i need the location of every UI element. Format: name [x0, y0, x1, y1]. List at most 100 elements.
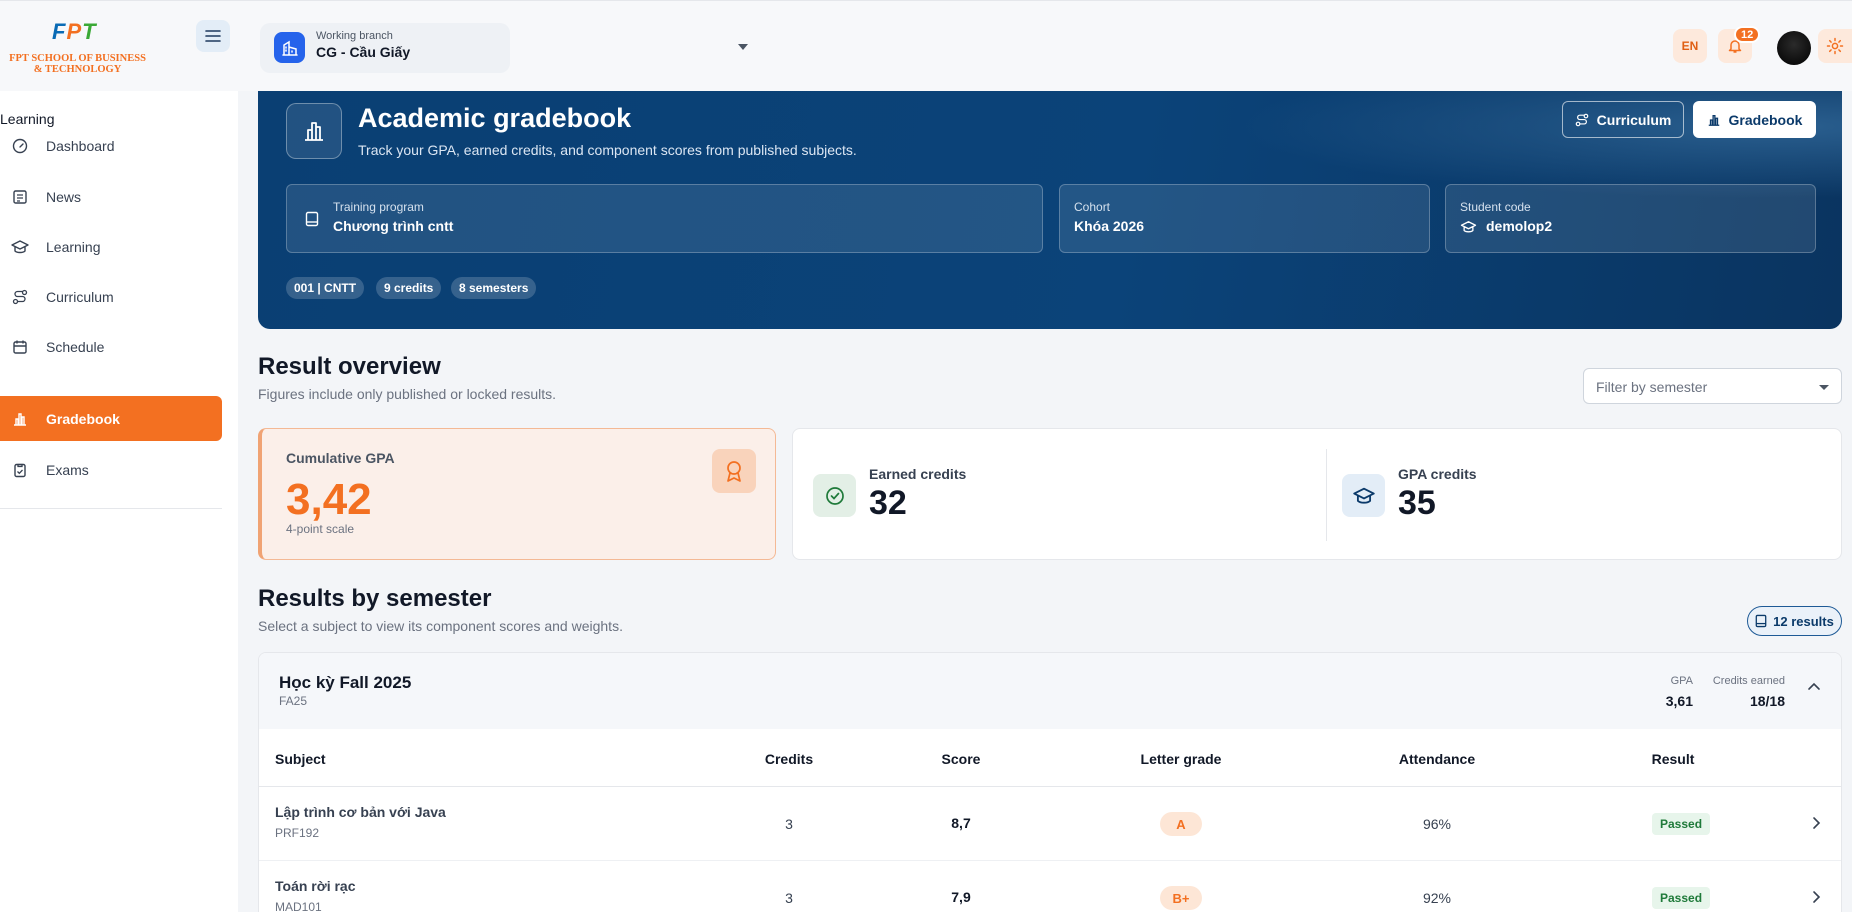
sidebar-item-label: Learning: [46, 238, 101, 255]
graduation-cap-icon: [1460, 221, 1477, 233]
gradebook-button[interactable]: Gradebook: [1693, 101, 1816, 138]
branch-value: CG - Cầu Giấy: [316, 44, 411, 60]
sidebar-item-label: Dashboard: [46, 137, 115, 154]
program-code-chip: 001 | CNTT: [286, 277, 365, 299]
gpa-credits-value: 35: [1398, 484, 1436, 522]
route-icon: [1575, 113, 1588, 126]
cohort-card: Cohort Khóa 2026: [1059, 184, 1430, 253]
semester-credits-label: Credits earned: [1712, 675, 1785, 687]
training-program-card: Training program Chương trình cntt: [286, 184, 1043, 253]
attendance-cell: 92%: [1422, 890, 1452, 906]
gpa-credits-label: GPA credits: [1398, 466, 1477, 482]
subject-code: PRF192: [275, 826, 320, 840]
chevron-right-icon[interactable]: [1811, 890, 1821, 904]
letter-grade-badge: B+: [1160, 886, 1202, 910]
sidebar-item-label: Curriculum: [46, 288, 114, 305]
attendance-cell: 96%: [1422, 816, 1452, 832]
sidebar: Learning Dashboard News Learning Curricu…: [0, 91, 238, 912]
result-status-badge: Passed: [1652, 887, 1711, 909]
results-by-semester-title: Results by semester: [258, 585, 492, 612]
page-subtitle: Track your GPA, earned credits, and comp…: [358, 142, 857, 158]
table-header: Subject Credits Score Letter grade Atten…: [259, 729, 1841, 787]
chevron-right-icon[interactable]: [1811, 816, 1821, 830]
earned-credits-value: 32: [869, 484, 907, 522]
column-score: Score: [941, 751, 981, 767]
avatar[interactable]: [1777, 31, 1811, 65]
graduation-cap-icon: [10, 237, 30, 257]
book-icon: [1755, 614, 1767, 628]
result-status-badge: Passed: [1652, 813, 1711, 835]
sidebar-item-learning[interactable]: Learning: [0, 224, 222, 269]
cohort-value: Khóa 2026: [1074, 218, 1145, 234]
school-name-line2: & TECHNOLOGY: [33, 64, 122, 75]
notification-badge: 12: [1734, 26, 1761, 43]
menu-toggle-button[interactable]: [196, 20, 230, 52]
sidebar-item-label: News: [46, 188, 82, 205]
book-icon: [305, 211, 319, 227]
subject-name: Toán rời rạc: [275, 878, 356, 894]
clipboard-icon: [10, 460, 30, 480]
sidebar-item-schedule[interactable]: Schedule: [0, 324, 222, 369]
cumulative-gpa-card: Cumulative GPA 3,42 4-point scale: [258, 428, 776, 560]
gpa-value: 3,42: [286, 475, 372, 524]
semester-code: FA25: [279, 694, 308, 708]
results-by-semester-subtitle: Select a subject to view its component s…: [258, 618, 623, 634]
calendar-icon: [10, 337, 30, 357]
gpa-label: Cumulative GPA: [286, 450, 395, 466]
sidebar-item-curriculum[interactable]: Curriculum: [0, 274, 222, 319]
earned-credits-label: Earned credits: [869, 466, 967, 482]
news-icon: [10, 187, 30, 207]
column-letter-grade: Letter grade: [1140, 751, 1222, 767]
gradebook-button-label: Gradebook: [1728, 111, 1803, 128]
curriculum-button-label: Curriculum: [1596, 111, 1672, 128]
credits-card: Earned credits 32 GPA credits 35: [792, 428, 1842, 560]
result-overview-title: Result overview: [258, 353, 441, 380]
training-program-label: Training program: [333, 200, 424, 214]
check-circle-icon: [813, 474, 856, 517]
stat-divider: [1326, 449, 1327, 541]
sidebar-item-exams[interactable]: Exams: [0, 447, 222, 492]
gradebook-hero: Academic gradebook Track your GPA, earne…: [258, 91, 1842, 329]
sidebar-item-gradebook[interactable]: Gradebook: [0, 396, 222, 441]
student-code-value: demolop2: [1486, 218, 1553, 234]
settings-button[interactable]: [1818, 29, 1852, 63]
school-name: FPT SCHOOL OF BUSINESS & TECHNOLOGY: [0, 53, 155, 75]
sidebar-item-label: Exams: [46, 461, 89, 478]
column-subject: Subject: [275, 751, 326, 767]
column-attendance: Attendance: [1398, 751, 1476, 767]
credits-cell: 3: [785, 890, 793, 906]
table-row[interactable]: Toán rời rạc MAD101 3 7,9 B+ 92% Passed: [259, 862, 1841, 912]
subject-name: Lập trình cơ bản với Java: [275, 804, 446, 820]
page-title: Academic gradebook: [358, 103, 632, 133]
results-count-badge[interactable]: 12 results: [1747, 606, 1842, 636]
semester-card: Học kỳ Fall 2025 FA25 GPA 3,61 Credits e…: [258, 652, 1842, 912]
branch-label: Working branch: [316, 30, 393, 42]
semester-header[interactable]: Học kỳ Fall 2025 FA25 GPA 3,61 Credits e…: [259, 653, 1841, 729]
building-icon: [274, 32, 305, 63]
route-icon: [10, 287, 30, 307]
training-program-value: Chương trình cntt: [333, 218, 454, 234]
chevron-down-icon: [1819, 385, 1829, 390]
credits-cell: 3: [785, 816, 793, 832]
semester-filter-select[interactable]: Filter by semester: [1583, 368, 1842, 404]
curriculum-button[interactable]: Curriculum: [1562, 101, 1684, 138]
bar-chart-icon: [1708, 114, 1719, 126]
sidebar-item-label: Gradebook: [46, 410, 120, 427]
fpt-logo-mark: FPT: [52, 19, 97, 44]
credits-chip: 9 credits: [376, 277, 442, 299]
score-cell: 7,9: [951, 889, 971, 905]
chevron-up-icon[interactable]: [1807, 681, 1821, 691]
student-code-card: Student code demolop2: [1445, 184, 1816, 253]
branch-selector[interactable]: Working branch CG - Cầu Giấy: [260, 23, 748, 73]
table-row[interactable]: Lập trình cơ bản với Java PRF192 3 8,7 A…: [259, 788, 1841, 861]
semesters-chip: 8 semesters: [451, 277, 537, 299]
language-button[interactable]: EN: [1673, 29, 1707, 63]
sidebar-divider: [0, 508, 222, 509]
sidebar-item-news[interactable]: News: [0, 174, 222, 219]
school-logo[interactable]: FPT FPT SCHOOL OF BUSINESS & TECHNOLOGY: [0, 15, 155, 79]
sidebar-item-dashboard[interactable]: Dashboard: [0, 123, 222, 168]
school-name-line1: FPT SCHOOL OF BUSINESS: [9, 53, 146, 64]
award-icon: [712, 449, 756, 493]
chevron-down-icon: [738, 44, 748, 50]
semester-filter-placeholder: Filter by semester: [1596, 379, 1708, 395]
